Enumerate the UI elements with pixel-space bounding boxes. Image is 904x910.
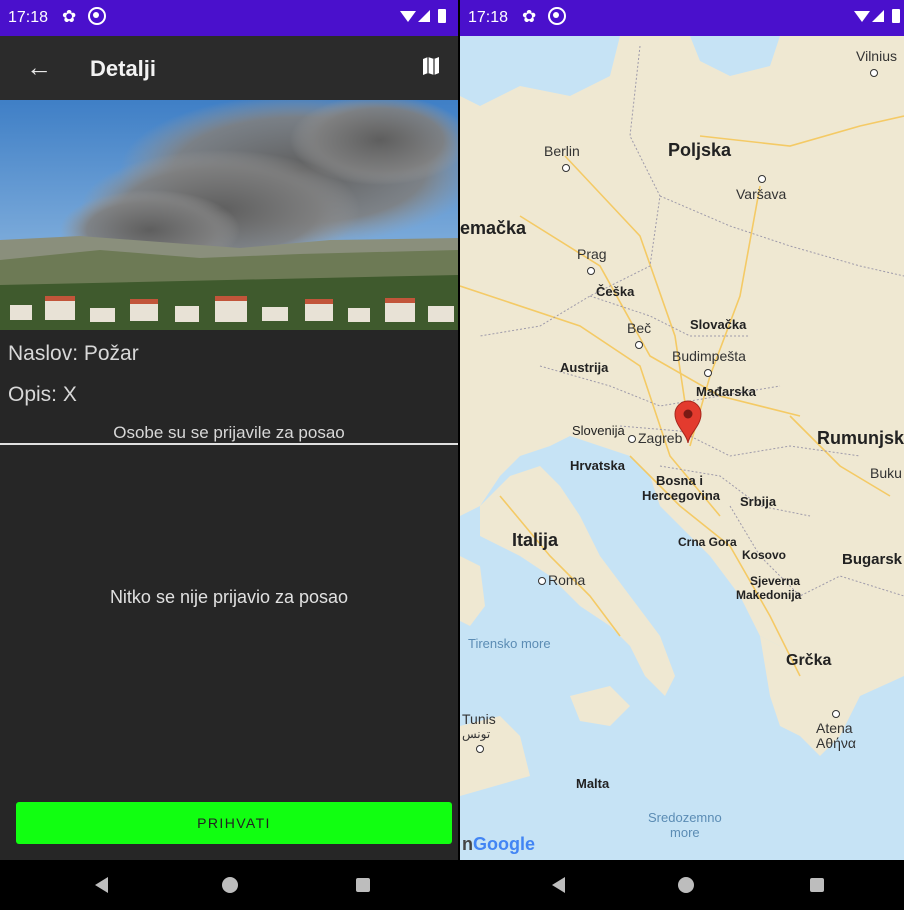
map-sea-sredozemno: Sredozemno more — [648, 810, 722, 840]
status-time: 17:18 — [468, 9, 509, 26]
status-time: 17:18 — [8, 9, 49, 26]
nav-bar — [460, 860, 904, 910]
signal-battery-icons — [854, 9, 900, 23]
map-label-makedonija-line1: Sjeverna — [750, 574, 801, 588]
nav-recents-icon[interactable] — [356, 878, 370, 892]
dnd-icon — [88, 7, 106, 25]
app-bar: ← Detalji — [0, 36, 458, 100]
status-bar: 17:18 ✿ — [0, 0, 458, 36]
map-city-atena: Atena Αθήνα — [816, 706, 856, 751]
map-city-bukurest: Buku — [870, 465, 902, 481]
city-name: Berlin — [544, 143, 580, 159]
city-name: Prag — [577, 246, 607, 262]
map-label-kosovo: Kosovo — [742, 548, 787, 562]
map-label-rumunjska: Rumunjsk — [817, 428, 904, 448]
city-name-ar: تونس — [462, 727, 491, 741]
divider — [0, 443, 458, 445]
map-label-slovacka: Slovačka — [690, 317, 747, 332]
title-field: Naslov: Požar — [8, 342, 139, 365]
page-title: Detalji — [90, 56, 157, 81]
map-label-crna-gora: Crna Gora — [678, 535, 737, 549]
dnd-icon — [548, 7, 566, 25]
google-logo: Google — [473, 834, 535, 854]
nav-home-icon[interactable] — [678, 877, 694, 893]
city-name: Tunis — [462, 711, 496, 727]
location-pin-icon[interactable] — [673, 400, 703, 444]
fire-photo — [0, 100, 458, 330]
nav-home-icon[interactable] — [222, 877, 238, 893]
city-name: Budimpešta — [672, 348, 746, 364]
nav-bar — [0, 860, 458, 910]
nav-recents-icon[interactable] — [810, 878, 824, 892]
map-city-roma: Roma — [536, 572, 585, 588]
empty-applicants-message: Nitko se nije prijavio za posao — [109, 587, 349, 607]
map-label-bosna-line2: Hercegovina — [642, 488, 721, 503]
map-city-berlin: Berlin — [544, 143, 580, 175]
map-label-poljska: Poljska — [668, 140, 732, 160]
map-city-vilnius: Vilnius — [856, 48, 897, 80]
attribution-prefix: n — [462, 834, 473, 854]
map-sea-tirensko: Tirensko more — [468, 636, 551, 651]
map-city-budimpesta: Budimpešta — [672, 348, 746, 380]
map-label-italija: Italija — [512, 530, 559, 550]
map-label-madarska: Mađarska — [696, 384, 756, 399]
back-arrow-icon[interactable]: ← — [26, 52, 52, 83]
map-label-njemacka: emačka — [460, 218, 527, 238]
map-label-bugarska: Bugarsk — [842, 551, 903, 568]
details-screen: 17:18 ✿ ← Detalji Naslov: Požar Opis: X … — [0, 0, 458, 910]
city-name: Vilnius — [856, 48, 897, 64]
city-name: Varšava — [736, 186, 787, 202]
accept-button[interactable]: PRIHVATI — [16, 802, 452, 844]
sea-name-line1: Sredozemno — [648, 810, 722, 825]
city-name: Atena — [816, 720, 853, 736]
map-label-bosna-line1: Bosna i — [656, 473, 703, 488]
signal-battery-icons — [400, 9, 446, 23]
map-label-malta: Malta — [576, 776, 610, 791]
status-bar: 17:18 ✿ — [460, 0, 904, 36]
map-label-makedonija-line2: Makedonija — [736, 588, 802, 602]
map-city-prag: Prag — [577, 246, 607, 278]
map-city-bec: Beč — [627, 320, 651, 352]
map-screen: 17:18 ✿ Poljska emačka Italija Rumunjsk … — [460, 0, 904, 910]
city-name: Roma — [548, 572, 586, 588]
sea-name-line2: more — [670, 825, 700, 840]
city-name: Buku — [870, 465, 902, 481]
map-icon[interactable] — [422, 56, 440, 76]
applicants-header: Osobe su se prijavile za posao — [113, 423, 345, 442]
city-name-gr: Αθήνα — [816, 735, 857, 751]
map-label-srbija: Srbija — [740, 494, 777, 509]
nav-back-icon[interactable] — [95, 877, 108, 893]
city-name: Beč — [627, 320, 652, 336]
nav-back-icon[interactable] — [552, 877, 565, 893]
settings-icon: ✿ — [522, 7, 537, 26]
map-city-varsava: Varšava — [736, 170, 786, 202]
description-field: Opis: X — [8, 383, 77, 406]
map-label-grcka: Grčka — [786, 652, 832, 669]
map-label-hrvatska: Hrvatska — [570, 458, 625, 473]
map-label-austrija: Austrija — [560, 360, 609, 375]
google-attribution: nGoogle — [462, 834, 535, 855]
settings-icon: ✿ — [62, 7, 77, 26]
map-city-tunis: Tunis تونس — [462, 712, 496, 755]
map-label-slovenija: Slovenija — [572, 423, 625, 438]
map-label-ceska: Češka — [596, 284, 635, 299]
